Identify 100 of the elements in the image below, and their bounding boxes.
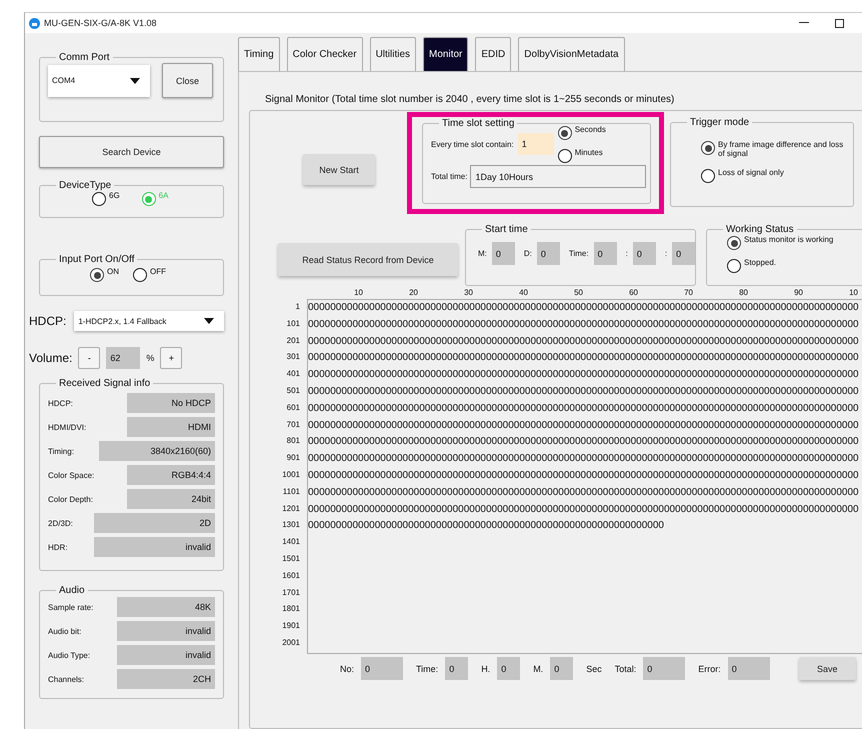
audio-value: invalid bbox=[117, 645, 215, 665]
search-device-button[interactable]: Search Device bbox=[39, 136, 224, 168]
row-number: 801 bbox=[286, 435, 300, 448]
column-header: 30 bbox=[463, 288, 473, 297]
record-line: 000000000000000000000000000000000000000000000000000000000000000000000000000000000000000000000000000 bbox=[308, 418, 859, 433]
signal-label: Timing: bbox=[48, 446, 74, 456]
record-line: 000000000000000000000000000000000000000000000000000000000000000000000000000000000000000000000000000 bbox=[308, 402, 859, 416]
hdcp-label: HDCP: bbox=[29, 314, 66, 328]
tab[interactable]: Color Checker bbox=[286, 37, 363, 71]
column-header: 10 bbox=[848, 288, 858, 297]
count-field[interactable]: 0 bbox=[643, 657, 686, 680]
radio-button[interactable]: OFF bbox=[133, 267, 166, 282]
field-label: M. bbox=[533, 664, 544, 674]
record-line: 000000000000000000000000000000000000000000000000000000000000000000000000000000000000000000000000000 bbox=[308, 384, 859, 399]
radio-button[interactable]: Stopped. bbox=[727, 258, 834, 273]
row-number: 201 bbox=[286, 334, 300, 347]
signal-label: HDR: bbox=[48, 542, 68, 552]
time-field[interactable]: 0 bbox=[445, 657, 468, 680]
field-label: Error: bbox=[698, 664, 721, 674]
signal-value: No HDCP bbox=[127, 393, 215, 413]
monitor-heading: Signal Monitor (Total time slot number is 2040 , every time slot is 1~255 seconds or minutes) bbox=[265, 94, 676, 105]
column-header: 80 bbox=[738, 288, 748, 297]
field-label: D: bbox=[524, 249, 532, 258]
decrease-button[interactable]: - bbox=[78, 347, 100, 369]
count-field[interactable]: 0 bbox=[361, 657, 404, 680]
audio-value: 2CH bbox=[117, 669, 215, 689]
time-field[interactable]: 0 bbox=[594, 242, 617, 265]
time-field[interactable]: 0 bbox=[497, 657, 520, 680]
time-field[interactable]: 0 bbox=[632, 242, 656, 265]
radio-button[interactable]: Minutes bbox=[558, 148, 606, 163]
signal-value: 2D bbox=[94, 513, 215, 533]
group-title: DeviceType bbox=[58, 180, 112, 191]
row-number: 1701 bbox=[282, 586, 300, 599]
field-label: Total: bbox=[614, 664, 636, 674]
field-label: : bbox=[664, 249, 668, 258]
increase-button[interactable]: + bbox=[160, 347, 182, 369]
row-number: 1101 bbox=[282, 486, 300, 498]
minimize-icon[interactable] bbox=[799, 22, 809, 24]
volume-field[interactable]: 62 bbox=[106, 347, 140, 369]
signal-value: 24bit bbox=[127, 489, 215, 509]
record-line: 000000000000000000000000000000000000000000000000000000000000000000000000000000000000000000000000000 bbox=[308, 486, 859, 500]
audio-value: invalid bbox=[117, 621, 215, 641]
read-status-button[interactable]: Read Status Record from Device bbox=[278, 243, 458, 276]
radio-button[interactable]: 6G bbox=[92, 191, 120, 206]
signal-value: 3840x2160(60) bbox=[99, 441, 215, 461]
radio-button[interactable]: By frame image difference and loss of signal bbox=[701, 140, 845, 158]
record-line: 000000000000000000000000000000000000000000000000000000000000000000000000000000000000000000000000000 bbox=[308, 318, 859, 332]
tab[interactable]: DolbyVisionMetadata bbox=[518, 37, 625, 71]
save-button[interactable]: Save bbox=[798, 657, 856, 680]
hdcp-dropdown[interactable]: 1-HDCP2.x, 1.4 Fallback bbox=[74, 311, 224, 331]
radio-button[interactable]: Seconds bbox=[558, 125, 606, 140]
tab[interactable]: Ultilities bbox=[370, 37, 416, 71]
signal-label: Color Depth: bbox=[48, 494, 93, 504]
radio-button[interactable]: ON bbox=[90, 267, 119, 282]
tab[interactable]: Monitor bbox=[423, 37, 468, 71]
field-label: : bbox=[626, 249, 628, 258]
new-start-button[interactable]: New Start bbox=[303, 154, 375, 185]
time-field[interactable]: 0 bbox=[492, 242, 515, 265]
radio-button[interactable]: Loss of signal only bbox=[701, 168, 845, 184]
row-number: 1501 bbox=[282, 552, 300, 565]
caret-icon bbox=[130, 78, 140, 84]
row-number: 2001 bbox=[282, 636, 300, 649]
record-line: 000000000000000000000000000000000000000000000000000000000000000000000000000000000000000000000000000 bbox=[308, 452, 859, 466]
time-field[interactable]: 0 bbox=[672, 242, 696, 265]
group-title: Working Status bbox=[725, 224, 795, 235]
unit-label: % bbox=[146, 353, 154, 363]
close-button[interactable]: Close bbox=[162, 63, 213, 98]
count-field[interactable]: 0 bbox=[728, 657, 770, 680]
audio-label: Sample rate: bbox=[48, 602, 94, 612]
signal-label: HDCP: bbox=[48, 398, 73, 408]
radio-button[interactable]: Status monitor is working bbox=[727, 235, 834, 250]
column-header: 70 bbox=[683, 288, 693, 297]
app-icon bbox=[29, 18, 40, 28]
field-label: Total time: bbox=[431, 172, 468, 181]
slot-field[interactable]: 1 bbox=[518, 133, 554, 155]
row-number: 1901 bbox=[282, 620, 300, 632]
port-dropdown[interactable]: COM4 bbox=[48, 64, 150, 96]
field-label: Time: bbox=[416, 664, 438, 674]
record-line: 000000000000000000000000000000000000000000000000000000000000000000000000000000000000000000000000000 bbox=[308, 468, 859, 483]
column-header: 20 bbox=[408, 288, 418, 297]
tab[interactable]: Timing bbox=[238, 37, 280, 71]
column-header: 60 bbox=[628, 288, 638, 297]
row-number: 601 bbox=[286, 402, 300, 414]
time-field[interactable]: 0 bbox=[550, 657, 574, 680]
audio-label: Audio Type: bbox=[48, 650, 90, 660]
maximize-icon[interactable] bbox=[835, 18, 844, 28]
group-title: Comm Port bbox=[58, 52, 111, 63]
column-header: 10 bbox=[353, 288, 363, 297]
volume-label: Volume: bbox=[29, 351, 72, 365]
total-time-field[interactable]: 1Day 10Hours bbox=[470, 165, 646, 188]
record-line: 000000000000000000000000000000000000000000000000000000000000000000000000000000000000000000000000000 bbox=[308, 351, 859, 366]
group-title: Start time bbox=[484, 224, 529, 235]
time-field[interactable]: 0 bbox=[536, 242, 560, 265]
row-number: 1201 bbox=[282, 502, 300, 515]
column-header: 40 bbox=[518, 288, 528, 297]
row-number: 901 bbox=[286, 452, 300, 464]
record-line: 000000000000000000000000000000000000000000000000000000000000000000000000000000000000000000000000000 bbox=[308, 502, 859, 517]
field-label: Time: bbox=[568, 249, 589, 258]
field-label: H. bbox=[481, 664, 490, 674]
tab[interactable]: EDID bbox=[475, 37, 512, 71]
